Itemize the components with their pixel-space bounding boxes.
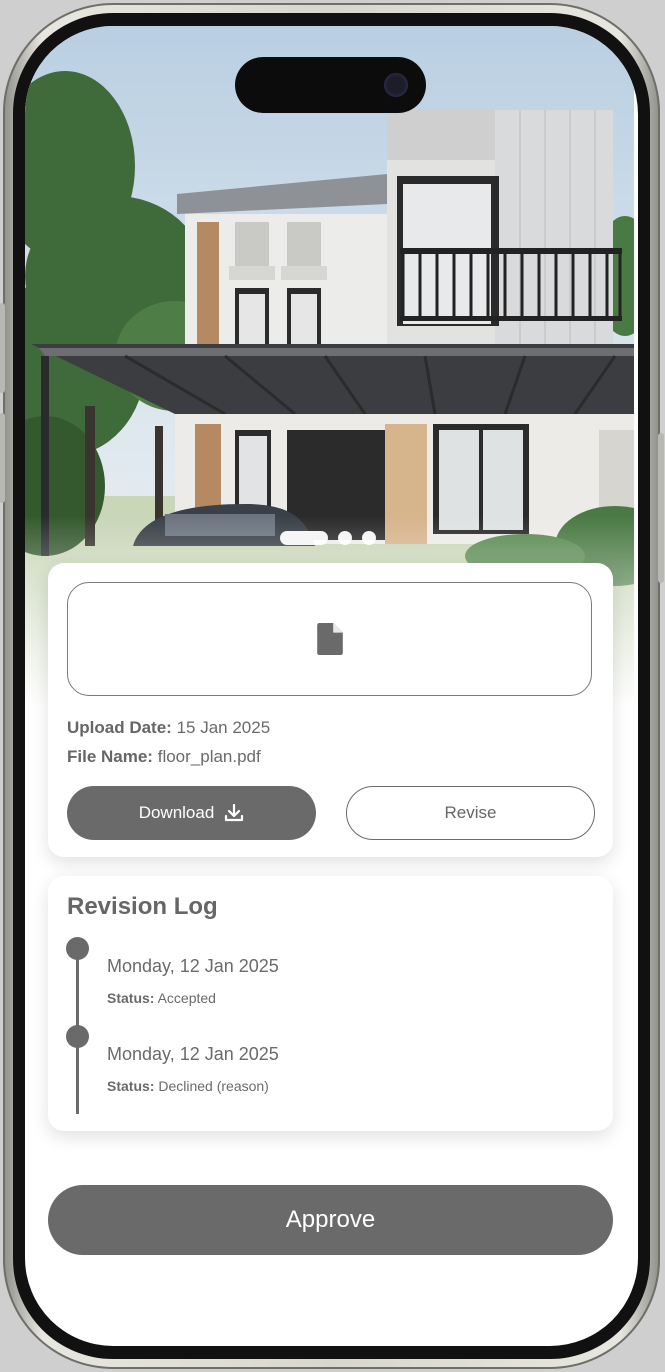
status-label: Status: — [107, 990, 155, 1006]
carousel-dot-active[interactable] — [280, 531, 328, 545]
log-entry-date: Monday, 12 Jan 2025 — [107, 956, 279, 976]
file-name-value: floor_plan.pdf — [157, 747, 261, 766]
carousel-indicator[interactable] — [280, 530, 376, 546]
volume-up-button — [0, 303, 5, 393]
dynamic-island — [235, 57, 426, 113]
phone-frame: Upload Date: 15 Jan 2025 File Name: floo… — [0, 3, 664, 1369]
screen: Upload Date: 15 Jan 2025 File Name: floo… — [25, 26, 638, 1346]
timeline-dot — [66, 937, 89, 960]
approve-button[interactable]: Approve — [48, 1185, 613, 1255]
log-entry-date: Monday, 12 Jan 2025 — [107, 1044, 279, 1064]
upload-date-label: Upload Date: — [67, 718, 172, 737]
file-card: Upload Date: 15 Jan 2025 File Name: floo… — [48, 563, 613, 857]
status-label: Status: — [107, 1078, 155, 1094]
revision-log-title: Revision Log — [67, 893, 218, 920]
side-button — [658, 433, 664, 583]
log-entry-status: Status: Declined (reason) — [107, 1078, 269, 1094]
log-entry-status: Status: Accepted — [107, 990, 216, 1006]
carousel-dot[interactable] — [338, 531, 352, 545]
revise-button[interactable]: Revise — [346, 786, 595, 840]
carousel-dot[interactable] — [362, 531, 376, 545]
status-value: Accepted — [157, 990, 216, 1006]
upload-date: Upload Date: 15 Jan 2025 — [67, 718, 270, 738]
file-name-label: File Name: — [67, 747, 153, 766]
download-button[interactable]: Download — [67, 786, 316, 840]
revise-button-label: Revise — [444, 803, 497, 822]
status-value: Declined (reason) — [158, 1078, 269, 1094]
file-name: File Name: floor_plan.pdf — [67, 747, 261, 767]
file-preview[interactable] — [67, 582, 592, 696]
download-icon — [225, 804, 244, 822]
approve-button-label: Approve — [285, 1206, 376, 1233]
document-icon — [316, 623, 343, 655]
download-button-label: Download — [138, 803, 215, 822]
timeline-dot — [66, 1025, 89, 1048]
upload-date-value: 15 Jan 2025 — [176, 718, 271, 737]
volume-down-button — [0, 413, 5, 503]
camera-icon — [384, 73, 408, 97]
bezel: Upload Date: 15 Jan 2025 File Name: floo… — [13, 13, 650, 1359]
revision-log-card: Revision Log Monday, 12 Jan 2025 Status:… — [48, 876, 613, 1131]
